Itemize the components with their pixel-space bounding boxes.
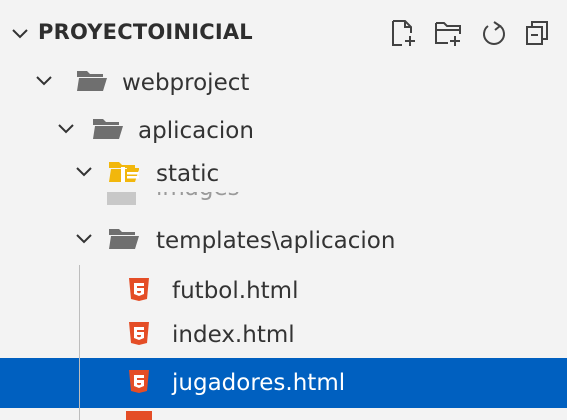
tree-item-images[interactable]: images: [0, 189, 567, 209]
html5-file-icon: [127, 369, 151, 397]
chevron-down-icon[interactable]: [74, 162, 94, 186]
tree-item-aplicacion[interactable]: aplicacion: [0, 106, 567, 156]
tree-item-jugadores-html[interactable]: jugadores.html: [0, 358, 567, 408]
chevron-down-icon[interactable]: [10, 24, 30, 48]
collapse-all-icon[interactable]: [522, 18, 552, 48]
html5-file-icon: [127, 321, 151, 349]
tree-item-static[interactable]: static: [0, 156, 567, 192]
html5-file-icon: [126, 411, 152, 420]
tree-item-templates-aplicacion[interactable]: templates\aplicacion: [0, 216, 567, 266]
tree-item-futbol-html[interactable]: futbol.html: [0, 266, 567, 316]
new-file-icon[interactable]: [388, 18, 418, 48]
tree-item-label: aplicacion: [138, 118, 254, 144]
tree-item-label: webproject: [122, 70, 250, 96]
chevron-down-icon[interactable]: [34, 71, 54, 95]
tree-item-label: futbol.html: [172, 278, 299, 304]
html5-file-icon: [127, 277, 151, 305]
tree-item-label: jugadores.html: [172, 370, 346, 396]
tree-item-label: index.html: [172, 322, 295, 348]
section-title: PROYECTOINICIAL: [38, 20, 253, 44]
folder-icon: [106, 189, 138, 209]
tree-item-label: static: [156, 161, 220, 187]
refresh-icon[interactable]: [479, 18, 509, 48]
tree-item-webproject[interactable]: webproject: [0, 58, 567, 108]
folder-icon: [92, 116, 124, 146]
folder-icon: [76, 68, 108, 98]
chevron-down-icon[interactable]: [74, 229, 94, 253]
static-folder-icon: [108, 159, 142, 189]
tree-indent-guide: [79, 265, 80, 420]
tree-item-index-html[interactable]: index.html: [0, 310, 567, 360]
tree-item-label: templates\aplicacion: [156, 228, 396, 254]
new-folder-icon[interactable]: [433, 18, 463, 48]
folder-icon: [108, 226, 140, 256]
chevron-down-icon[interactable]: [56, 119, 76, 143]
